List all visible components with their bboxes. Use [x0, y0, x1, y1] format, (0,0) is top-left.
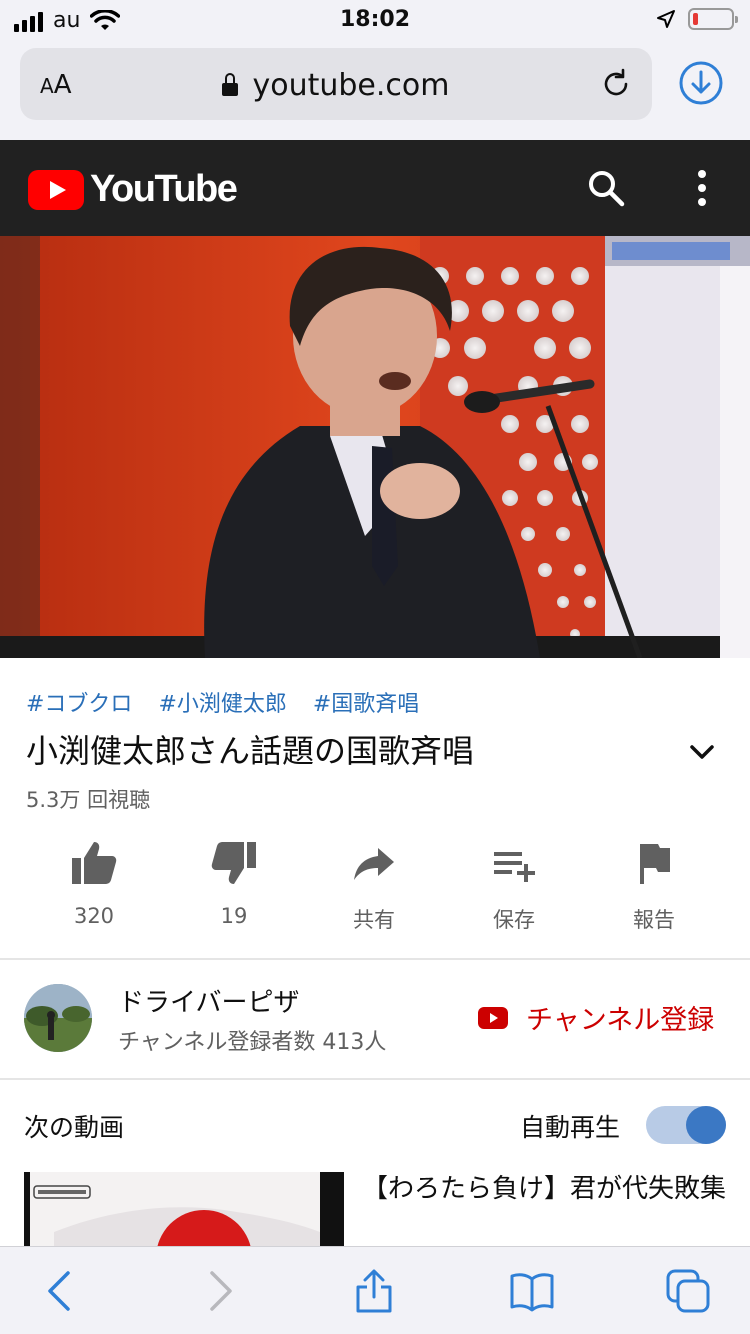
subscribe-label: チャンネル登録 [526, 1005, 715, 1036]
report-button[interactable]: 報告 [584, 840, 724, 934]
hashtag-link[interactable]: #コブクロ [26, 686, 132, 718]
autoplay-toggle[interactable] [646, 1106, 726, 1144]
more-vert-icon[interactable] [688, 166, 716, 210]
dislike-button[interactable]: 19 [164, 840, 304, 928]
back-icon[interactable] [38, 1267, 86, 1315]
reload-icon[interactable] [598, 66, 634, 102]
report-label: 報告 [633, 908, 675, 932]
safari-top-bar: AA youtube.com [0, 40, 750, 140]
share-icon [354, 848, 394, 880]
channel-avatar[interactable] [24, 984, 92, 1052]
share-sheet-icon[interactable] [350, 1267, 398, 1315]
thumbs-down-icon [211, 842, 256, 884]
status-right [656, 8, 738, 30]
divider [0, 958, 750, 960]
youtube-logo[interactable]: YouTube [28, 168, 238, 211]
next-video-title[interactable]: 【わろたら負け】君が代失敗集 [362, 1172, 732, 1206]
like-count: 320 [73, 904, 115, 928]
flag-icon [640, 844, 670, 884]
playlist-add-icon [494, 852, 535, 882]
location-arrow-icon [657, 10, 675, 28]
view-count: 5.3万 回視聴 [26, 788, 151, 812]
youtube-logo-text: YouTube [90, 168, 238, 210]
address-bar[interactable]: AA youtube.com [20, 48, 652, 120]
status-bar: au 18:02 [0, 0, 750, 40]
video-player[interactable] [0, 236, 750, 658]
hashtag-link[interactable]: #小渕健太郎 [158, 686, 286, 718]
subscribe-button[interactable]: チャンネル登録 [478, 998, 714, 1037]
youtube-play-icon [478, 1006, 508, 1029]
hashtag-list: #コブクロ #小渕健太郎 #国歌斉唱 [26, 686, 419, 718]
up-next-heading: 次の動画 [24, 1113, 125, 1142]
thumbs-up-icon [72, 842, 117, 884]
download-icon[interactable] [678, 60, 724, 106]
save-button[interactable]: 保存 [444, 840, 584, 934]
safari-bottom-toolbar [0, 1246, 750, 1334]
tabs-icon[interactable] [664, 1267, 712, 1315]
battery-icon [688, 8, 738, 30]
youtube-play-logo-icon [28, 169, 84, 210]
dislike-count: 19 [220, 904, 248, 928]
avatar-image [24, 984, 92, 1052]
save-label: 保存 [493, 908, 535, 932]
url-display[interactable]: youtube.com [20, 68, 652, 103]
bookmarks-icon[interactable] [508, 1267, 556, 1315]
hashtag-link[interactable]: #国歌斉唱 [313, 686, 419, 718]
chevron-down-icon[interactable] [688, 740, 716, 764]
youtube-header: YouTube [0, 140, 750, 236]
like-button[interactable]: 320 [24, 840, 164, 928]
divider [0, 1078, 750, 1080]
video-title[interactable]: 小渕健太郎さん話題の国歌斉唱 [26, 726, 474, 772]
share-button[interactable]: 共有 [304, 840, 444, 934]
video-actions: 320 19 共有 保存 報告 [0, 840, 750, 940]
autoplay-label: 自動再生 [520, 1113, 621, 1142]
next-video-thumbnail[interactable] [24, 1172, 344, 1246]
search-icon[interactable] [586, 168, 626, 208]
status-time: 18:02 [339, 7, 411, 32]
thumbnail-image [24, 1172, 344, 1246]
share-label: 共有 [353, 908, 395, 932]
video-frame [0, 236, 750, 658]
channel-row: ドライバーピザ チャンネル登録者数 413人 チャンネル登録 [0, 962, 750, 1076]
lock-icon [222, 73, 239, 96]
subscriber-count: チャンネル登録者数 413人 [118, 1030, 387, 1055]
url-text: youtube.com [252, 68, 450, 103]
forward-icon[interactable] [194, 1267, 242, 1315]
channel-name[interactable]: ドライバーピザ [118, 982, 299, 1019]
